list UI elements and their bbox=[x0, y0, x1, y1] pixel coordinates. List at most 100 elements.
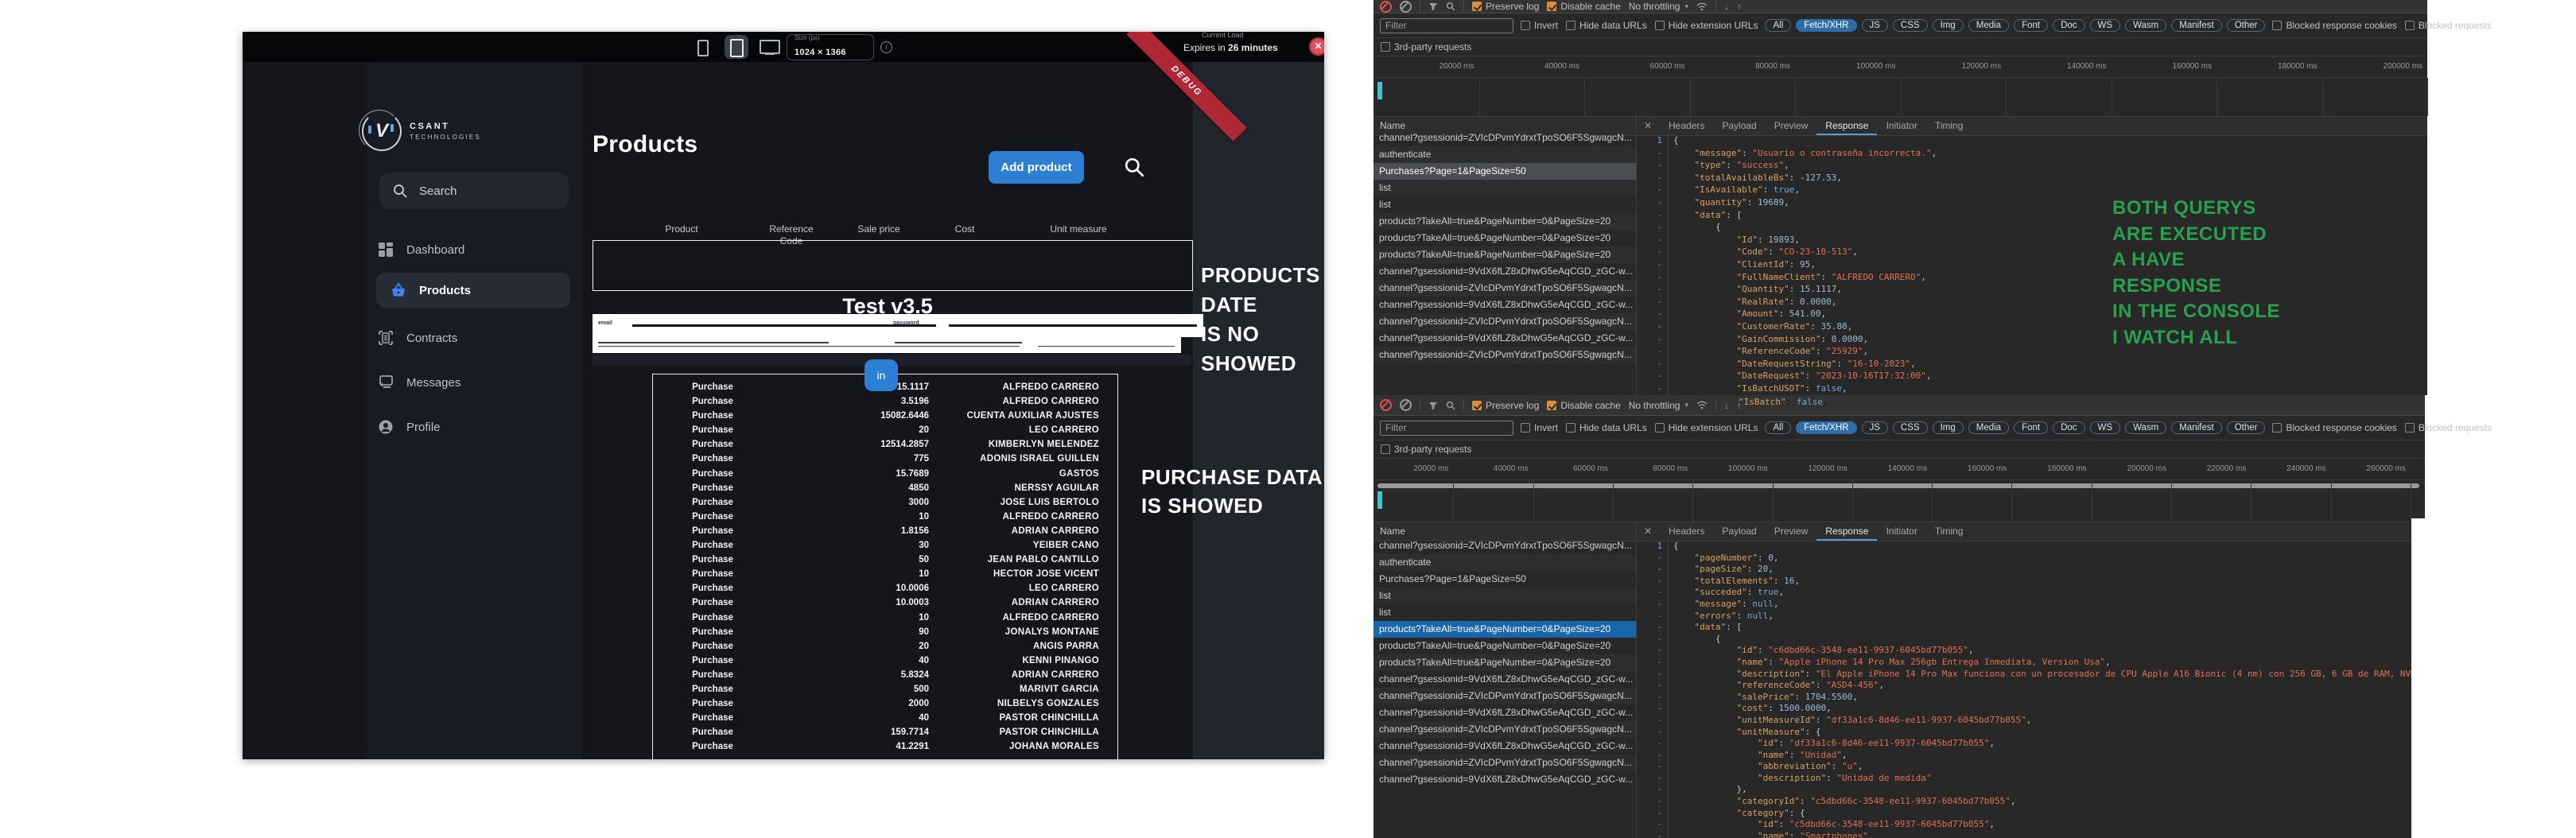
checkbox-3rd-party-requests[interactable]: 3rd-party requests bbox=[1381, 444, 1471, 455]
checkbox-hide-extension-urls[interactable]: Hide extension URLs bbox=[1654, 20, 1758, 31]
request-row[interactable]: channel?gsessionid=ZVIcDPvmYdrxtTpoSO6F5… bbox=[1373, 313, 1636, 330]
purchase-row[interactable]: Purchase 10 ALFREDO CARRERO bbox=[653, 611, 1117, 625]
network-conditions-icon[interactable] bbox=[1696, 2, 1708, 11]
sidebar-item-search[interactable]: Search bbox=[379, 173, 569, 209]
purchase-row[interactable]: Purchase 5.8324 ADRIAN CARRERO bbox=[653, 668, 1117, 682]
purchase-row[interactable]: Purchase 10.0003 ADRIAN CARRERO bbox=[653, 596, 1117, 610]
purchase-row[interactable]: Purchase 500 MARIVIT GARCIA bbox=[653, 682, 1117, 696]
request-row[interactable]: products?TakeAll=true&PageNumber=0&PageS… bbox=[1373, 621, 1636, 638]
checkbox-blocked-requests[interactable]: Blocked requests bbox=[2404, 422, 2492, 433]
sidebar-item-messages[interactable]: Messages bbox=[378, 368, 569, 397]
request-row[interactable]: list bbox=[1373, 196, 1636, 213]
line-number[interactable]: - bbox=[1637, 750, 1664, 762]
network-conditions-icon[interactable] bbox=[1696, 401, 1708, 409]
filter-pill-css[interactable]: CSS bbox=[1892, 19, 1928, 32]
email-field[interactable] bbox=[632, 324, 936, 327]
sidebar-item-profile[interactable]: Profile bbox=[378, 413, 569, 441]
line-number[interactable]: - bbox=[1637, 819, 1664, 831]
filter-pill-js[interactable]: JS bbox=[1861, 421, 1888, 434]
request-row[interactable]: channel?gsessionid=ZVIcDPvmYdrxtTpoSO6F5… bbox=[1373, 280, 1636, 297]
network-filter-input[interactable] bbox=[1380, 420, 1513, 436]
line-number[interactable]: - bbox=[1637, 692, 1664, 704]
network-filter-input[interactable] bbox=[1380, 17, 1513, 33]
purchase-row[interactable]: Purchase 30 YEIBER CANO bbox=[653, 538, 1117, 553]
line-number[interactable]: - bbox=[1637, 320, 1664, 333]
line-number[interactable]: - bbox=[1637, 358, 1664, 371]
line-number[interactable]: - bbox=[1637, 761, 1664, 773]
filter-funnel-icon[interactable] bbox=[1428, 2, 1438, 11]
request-row[interactable]: channel?gsessionid=9VdX6fLZ8xDhwG5eAqCGD… bbox=[1373, 704, 1636, 721]
filter-pill-img[interactable]: Img bbox=[1932, 421, 1964, 434]
column-header-sale-price[interactable]: Sale price bbox=[845, 223, 912, 235]
line-number[interactable]: - bbox=[1637, 196, 1664, 209]
purchase-row[interactable]: Purchase 15.7689 GASTOS bbox=[653, 467, 1117, 481]
line-number[interactable]: - bbox=[1637, 645, 1664, 657]
download-icon[interactable]: ↓ bbox=[1724, 1, 1729, 12]
request-row[interactable]: channel?gsessionid=9VdX6fLZ8xDhwG5eAqCGD… bbox=[1373, 771, 1636, 788]
record-icon[interactable] bbox=[1380, 399, 1392, 411]
checkbox-preserve-log[interactable]: Preserve log bbox=[1472, 1, 1539, 12]
filter-pill-all[interactable]: All bbox=[1765, 19, 1792, 32]
tablet-device-button[interactable] bbox=[725, 35, 748, 59]
line-number[interactable]: - bbox=[1637, 159, 1664, 172]
line-number[interactable]: - bbox=[1637, 587, 1664, 599]
filter-pill-font[interactable]: Font bbox=[2014, 421, 2049, 434]
filter-pill-wasm[interactable]: Wasm bbox=[2125, 421, 2167, 434]
checkbox-disable-cache[interactable]: Disable cache bbox=[1547, 1, 1621, 12]
request-row[interactable]: channel?gsessionid=9VdX6fLZ8xDhwG5eAqCGD… bbox=[1373, 738, 1636, 755]
purchase-row[interactable]: Purchase 20 LEO CARRERO bbox=[653, 423, 1117, 437]
clear-icon[interactable] bbox=[1400, 0, 1412, 13]
request-row[interactable]: list bbox=[1373, 588, 1636, 604]
purchase-row[interactable]: Purchase 3000 JOSE LUIS BERTOLO bbox=[653, 495, 1117, 510]
request-row[interactable]: products?TakeAll=true&PageNumber=0&PageS… bbox=[1373, 246, 1636, 263]
request-row[interactable]: channel?gsessionid=9VdX6fLZ8xDhwG5eAqCGD… bbox=[1373, 671, 1636, 688]
purchase-row[interactable]: Purchase 1.8156 ADRIAN CARRERO bbox=[653, 524, 1117, 538]
download-icon[interactable]: ↓ bbox=[1724, 400, 1729, 411]
request-row[interactable]: Purchases?Page=1&PageSize=50 bbox=[1373, 571, 1636, 588]
filter-pill-img[interactable]: Img bbox=[1932, 19, 1964, 32]
filter-pill-font[interactable]: Font bbox=[2014, 19, 2049, 32]
line-number[interactable]: - bbox=[1637, 680, 1664, 692]
column-header-unit-measure[interactable]: Unit measure bbox=[1035, 223, 1122, 235]
upload-icon[interactable]: ↑ bbox=[1737, 1, 1742, 12]
filter-pill-doc[interactable]: Doc bbox=[2053, 19, 2085, 32]
purchase-row[interactable]: Purchase 775 ADONIS ISRAEL GUILLEN bbox=[653, 452, 1117, 466]
throttling-select[interactable]: No throttling ▾ bbox=[1629, 400, 1688, 411]
desktop-device-icon[interactable] bbox=[760, 40, 780, 54]
filter-pill-manifest[interactable]: Manifest bbox=[2171, 421, 2222, 434]
checkbox-invert[interactable]: Invert bbox=[1521, 20, 1558, 31]
purchase-row[interactable]: Purchase 159.7714 PASTOR CHINCHILLA bbox=[653, 725, 1117, 739]
request-row[interactable]: list bbox=[1373, 180, 1636, 196]
line-number[interactable]: - bbox=[1637, 611, 1664, 623]
line-number[interactable]: - bbox=[1637, 553, 1664, 564]
line-number[interactable]: - bbox=[1637, 669, 1664, 681]
login-button[interactable]: in bbox=[864, 359, 898, 391]
line-number[interactable]: - bbox=[1637, 370, 1664, 382]
checkbox-hide-extension-urls[interactable]: Hide extension URLs bbox=[1654, 422, 1758, 433]
filter-pill-other[interactable]: Other bbox=[2226, 19, 2266, 32]
checkbox-hide-data-urls[interactable]: Hide data URLs bbox=[1566, 422, 1647, 433]
network-overview[interactable] bbox=[1373, 480, 2425, 522]
checkbox-preserve-log[interactable]: Preserve log bbox=[1472, 400, 1539, 411]
filter-pill-doc[interactable]: Doc bbox=[2053, 421, 2085, 434]
filter-pill-wasm[interactable]: Wasm bbox=[2125, 19, 2167, 32]
search-icon[interactable] bbox=[1124, 157, 1144, 177]
request-row[interactable]: products?TakeAll=true&PageNumber=0&PageS… bbox=[1373, 638, 1636, 654]
purchase-row[interactable]: Purchase 15082.6446 CUENTA AUXILIAR AJUSTE… bbox=[653, 409, 1117, 423]
line-number[interactable]: - bbox=[1637, 271, 1664, 284]
checkbox-blocked-response-cookies[interactable]: Blocked response cookies bbox=[2272, 422, 2397, 433]
checkbox-blocked-response-cookies[interactable]: Blocked response cookies bbox=[2272, 20, 2397, 31]
line-number[interactable]: - bbox=[1637, 345, 1664, 358]
request-row[interactable]: channel?gsessionid=ZVIcDPvmYdrxtTpoSO6F5… bbox=[1373, 755, 1636, 771]
filter-pill-all[interactable]: All bbox=[1765, 421, 1792, 434]
line-number[interactable]: - bbox=[1637, 576, 1664, 588]
search-icon[interactable] bbox=[1446, 2, 1455, 11]
purchase-row[interactable]: Purchase 12514.2857 KIMBERLYN MELENDEZ bbox=[653, 437, 1117, 452]
line-number[interactable]: - bbox=[1637, 382, 1664, 395]
checkbox-disable-cache[interactable]: Disable cache bbox=[1547, 400, 1621, 411]
line-number[interactable]: - bbox=[1637, 209, 1664, 222]
line-number[interactable]: - bbox=[1637, 564, 1664, 576]
purchase-row[interactable]: Purchase 41.2291 JOHANA MORALES bbox=[653, 739, 1117, 754]
line-number[interactable]: - bbox=[1637, 234, 1664, 246]
line-number[interactable]: 1 bbox=[1637, 541, 1664, 553]
